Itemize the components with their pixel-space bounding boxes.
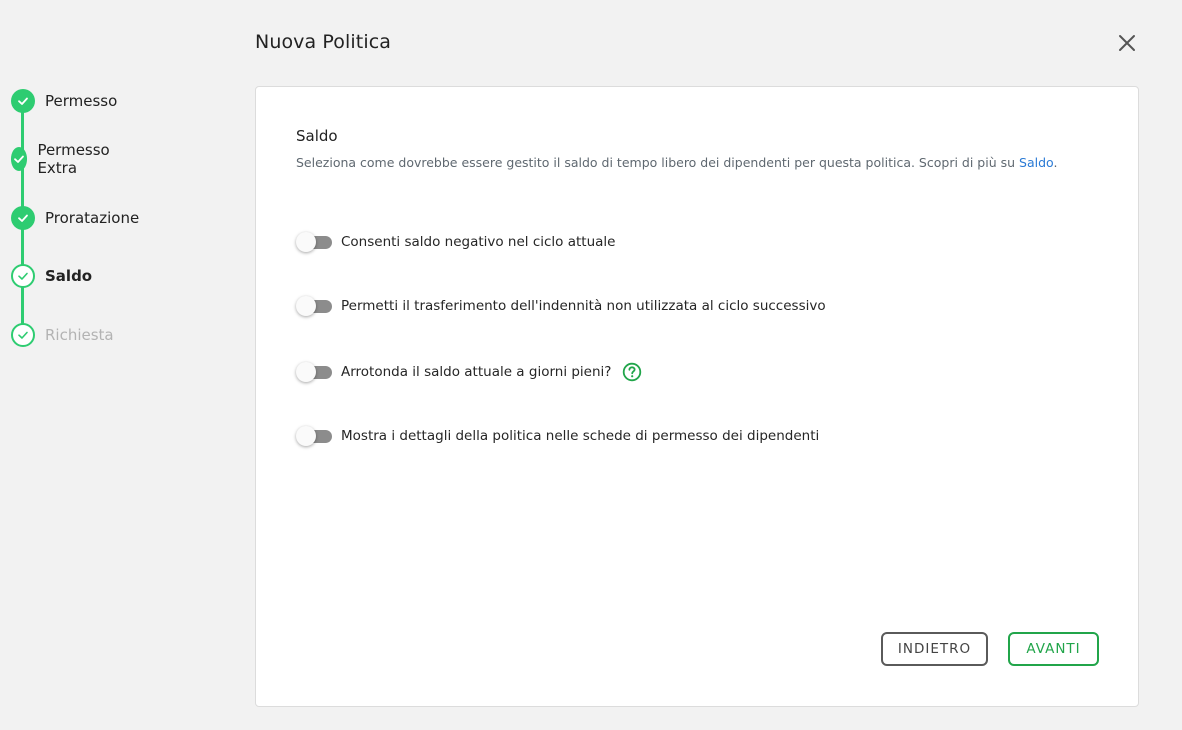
step-permesso-extra[interactable]: Permesso Extra <box>11 141 117 177</box>
option-label: Arrotonda il saldo attuale a giorni pien… <box>341 364 612 380</box>
next-button[interactable]: AVANTI <box>1008 632 1099 666</box>
option-round-days: Arrotonda il saldo attuale a giorni pien… <box>296 360 642 384</box>
section-title: Saldo <box>296 127 338 145</box>
modal-title: Nuova Politica <box>255 31 391 53</box>
negative-balance-toggle[interactable] <box>296 232 332 252</box>
step-label: Permesso Extra <box>37 141 110 177</box>
section-description: Seleziona come dovrebbe essere gestito i… <box>296 154 1096 171</box>
show-details-toggle[interactable] <box>296 426 332 446</box>
step-permesso[interactable]: Permesso <box>11 88 117 114</box>
toggle-knob <box>296 426 316 446</box>
saldo-link[interactable]: Saldo <box>1019 155 1053 170</box>
check-icon <box>11 264 35 288</box>
step-label: Proratazione <box>45 209 140 227</box>
check-icon <box>11 147 28 171</box>
check-icon <box>11 323 35 347</box>
step-proratazione[interactable]: Proratazione <box>11 205 139 231</box>
check-icon <box>11 206 35 230</box>
step-label: Richiesta <box>45 326 114 344</box>
question-circle-icon[interactable] <box>622 362 642 382</box>
toggle-knob <box>296 362 316 382</box>
option-label: Consenti saldo negativo nel ciclo attual… <box>341 234 616 250</box>
toggle-knob <box>296 232 316 252</box>
step-richiesta[interactable]: Richiesta <box>11 322 114 348</box>
option-carry-over: Permetti il trasferimento dell'indennità… <box>296 294 826 318</box>
step-label: Permesso <box>45 92 118 110</box>
balance-settings-card: Saldo Seleziona come dovrebbe essere ges… <box>255 86 1139 707</box>
option-label: Mostra i dettagli della politica nelle s… <box>341 428 820 444</box>
toggle-knob <box>296 296 316 316</box>
check-icon <box>11 89 35 113</box>
description-text: Seleziona come dovrebbe essere gestito i… <box>296 155 1016 170</box>
option-negative-balance: Consenti saldo negativo nel ciclo attual… <box>296 230 615 254</box>
option-show-details: Mostra i dettagli della politica nelle s… <box>296 424 819 448</box>
description-suffix: . <box>1053 155 1058 170</box>
close-icon[interactable] <box>1116 32 1138 54</box>
back-button[interactable]: INDIETRO <box>881 632 988 666</box>
carry-over-toggle[interactable] <box>296 296 332 316</box>
step-saldo[interactable]: Saldo <box>11 263 92 289</box>
option-label: Permetti il trasferimento dell'indennità… <box>341 298 826 314</box>
step-label: Saldo <box>45 267 93 285</box>
round-days-toggle[interactable] <box>296 362 332 382</box>
